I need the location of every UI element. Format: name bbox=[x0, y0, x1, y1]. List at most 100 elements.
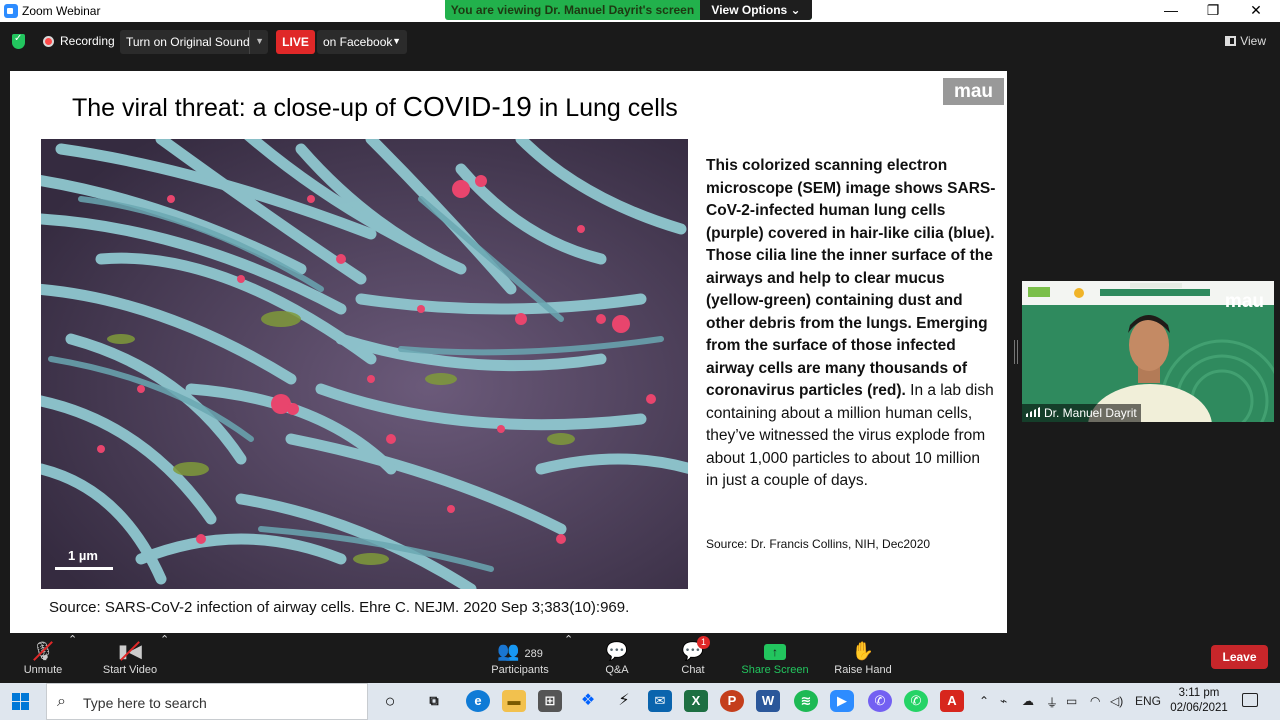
search-placeholder: Type here to search bbox=[83, 695, 207, 711]
signal-bars-icon bbox=[1026, 407, 1040, 417]
chat-label: Chat bbox=[681, 664, 705, 676]
slide-title-part: The viral threat: a close-up of bbox=[72, 94, 403, 122]
hand-icon: ✋ bbox=[851, 641, 875, 661]
slide-source: Source: SARS-CoV-2 infection of airway c… bbox=[49, 599, 630, 616]
slide-title-emphasis: COVID-19 bbox=[402, 91, 532, 122]
recording-icon bbox=[43, 36, 54, 47]
unmute-button[interactable]: 🎙 Unmute bbox=[20, 633, 66, 683]
battery-icon[interactable]: ▭ bbox=[1066, 694, 1077, 708]
raise-hand-label: Raise Hand bbox=[834, 664, 892, 676]
clock-time: 3:11 pm bbox=[1178, 687, 1220, 699]
sem-image-illustration bbox=[41, 139, 688, 589]
clock-date: 02/06/2021 bbox=[1170, 702, 1228, 714]
meeting-toolbar: 🎙 Unmute ⌃ ▮◀ Start Video ⌃ 👥 289 Partic… bbox=[0, 633, 1280, 683]
tray-overflow-icon[interactable]: ⌃ bbox=[979, 694, 989, 708]
start-video-button[interactable]: ▮◀ Start Video bbox=[96, 633, 164, 683]
audio-options-caret[interactable]: ⌃ bbox=[68, 633, 77, 683]
edge-icon[interactable]: e bbox=[466, 690, 490, 712]
file-explorer-icon[interactable]: ▬ bbox=[502, 690, 526, 712]
search-icon: ⌕ bbox=[57, 693, 66, 710]
chevron-down-icon: ▼ bbox=[392, 36, 401, 46]
volume-icon[interactable]: ◁) bbox=[1110, 694, 1123, 708]
dropbox-icon[interactable]: ❖ bbox=[576, 690, 600, 712]
language-indicator[interactable]: ENG bbox=[1135, 694, 1161, 708]
excel-icon[interactable]: X bbox=[684, 690, 708, 712]
participants-button[interactable]: 👥 289 Participants bbox=[484, 633, 556, 683]
qa-icon: 💬 bbox=[605, 641, 629, 661]
word-icon[interactable]: W bbox=[756, 690, 780, 712]
chat-button[interactable]: 💬 1 Chat bbox=[674, 633, 712, 683]
taskbar-clock[interactable]: 3:11 pm 02/06/2021 bbox=[1165, 686, 1233, 716]
start-video-label: Start Video bbox=[102, 664, 158, 676]
view-button[interactable]: View bbox=[1225, 34, 1266, 48]
chevron-down-icon[interactable]: ▼ bbox=[255, 36, 264, 46]
recording-label: Recording bbox=[60, 34, 115, 48]
qa-button[interactable]: 💬 Q&A bbox=[598, 633, 636, 683]
video-logo: mau bbox=[1224, 291, 1264, 312]
scale-bar bbox=[55, 567, 113, 570]
mail-icon[interactable]: ✉ bbox=[648, 690, 672, 712]
store-icon[interactable]: ⊞ bbox=[538, 690, 562, 712]
windows-taskbar: ⌕ Type here to search ○ ⧉ e ▬ ⊞ ❖ ⚡ ✉ X … bbox=[0, 683, 1280, 720]
zoom-taskbar-icon[interactable]: ▶ bbox=[830, 690, 854, 712]
spotify-icon[interactable]: ≋ bbox=[794, 690, 818, 712]
live-target-dropdown[interactable]: on Facebook ▼ bbox=[317, 30, 407, 54]
slide-title-part: in Lung cells bbox=[531, 94, 678, 122]
participants-options-caret[interactable]: ⌃ bbox=[564, 633, 573, 683]
close-button[interactable]: ✕ bbox=[1236, 0, 1276, 22]
slide-description: This colorized scanning electron microsc… bbox=[706, 155, 996, 493]
onedrive-icon[interactable]: ☁ bbox=[1022, 694, 1034, 708]
panel-resize-handle[interactable] bbox=[1014, 340, 1018, 364]
description-source: Source: Dr. Francis Collins, NIH, Dec202… bbox=[706, 537, 931, 551]
tray-device-icon[interactable]: ⌁ bbox=[1000, 694, 1007, 708]
share-screen-icon: ↑ bbox=[740, 633, 810, 661]
whatsapp-icon[interactable]: ✆ bbox=[904, 690, 928, 712]
restore-button[interactable]: ❐ bbox=[1193, 0, 1233, 22]
usb-icon[interactable]: ⏚ bbox=[1046, 694, 1058, 711]
speaker-name: Dr. Manuel Dayrit bbox=[1044, 406, 1137, 420]
share-screen-button[interactable]: ↑ Share Screen bbox=[740, 633, 810, 683]
live-badge: LIVE bbox=[276, 30, 315, 54]
chat-badge: 1 bbox=[697, 636, 710, 649]
app-icon[interactable]: ⚡ bbox=[612, 690, 636, 712]
viewing-banner: You are viewing Dr. Manuel Dayrit's scre… bbox=[445, 0, 812, 20]
leave-button[interactable]: Leave bbox=[1211, 645, 1268, 669]
participants-label: Participants bbox=[491, 664, 549, 676]
raise-hand-button[interactable]: ✋ Raise Hand bbox=[830, 633, 896, 683]
taskbar-search-box[interactable]: ⌕ Type here to search bbox=[46, 683, 368, 720]
minimize-button[interactable]: — bbox=[1151, 0, 1191, 22]
viber-icon[interactable]: ✆ bbox=[868, 690, 892, 712]
scale-bar-label: 1 µm bbox=[68, 548, 98, 563]
video-options-caret[interactable]: ⌃ bbox=[160, 633, 169, 683]
cortana-icon[interactable]: ○ bbox=[378, 690, 402, 712]
task-view-icon[interactable]: ⧉ bbox=[422, 690, 446, 712]
wifi-icon[interactable]: ◠ bbox=[1090, 694, 1100, 708]
meeting-topbar: Recording Turn on Original Sound ▼ LIVE … bbox=[0, 22, 1280, 62]
speaker-video-tile[interactable]: mau Dr. Manuel Dayrit bbox=[1022, 281, 1274, 422]
speaker-name-tag: Dr. Manuel Dayrit bbox=[1022, 404, 1141, 422]
divider bbox=[249, 30, 250, 54]
viewing-message: You are viewing Dr. Manuel Dayrit's scre… bbox=[450, 3, 695, 17]
view-options-button[interactable]: View Options ⌄ bbox=[700, 0, 812, 20]
view-label: View bbox=[1240, 34, 1266, 48]
unmute-label: Unmute bbox=[23, 664, 63, 676]
participants-count: 289 bbox=[524, 648, 543, 660]
sem-image: 1 µm bbox=[41, 139, 688, 589]
windows-start-icon[interactable] bbox=[12, 693, 29, 710]
powerpoint-icon[interactable]: P bbox=[720, 690, 744, 712]
description-bold: This colorized scanning electron microsc… bbox=[706, 157, 996, 399]
acrobat-icon[interactable]: A bbox=[940, 690, 964, 712]
notifications-icon[interactable] bbox=[1242, 693, 1258, 707]
camera-icon: ▮◀ bbox=[96, 633, 164, 661]
share-screen-label: Share Screen bbox=[741, 664, 809, 676]
mau-logo: mau bbox=[943, 78, 1004, 105]
security-shield-icon[interactable] bbox=[12, 33, 25, 49]
microphone-icon: 🎙 bbox=[20, 633, 66, 661]
original-sound-label: Turn on Original Sound bbox=[126, 35, 250, 49]
participants-icon: 👥 289 bbox=[497, 641, 543, 661]
original-sound-button[interactable]: Turn on Original Sound ▼ bbox=[120, 30, 268, 54]
slide-title: The viral threat: a close-up of COVID-19… bbox=[72, 91, 678, 123]
qa-label: Q&A bbox=[605, 664, 629, 676]
zoom-app-icon bbox=[4, 4, 18, 18]
live-target-label: on Facebook bbox=[323, 35, 393, 49]
